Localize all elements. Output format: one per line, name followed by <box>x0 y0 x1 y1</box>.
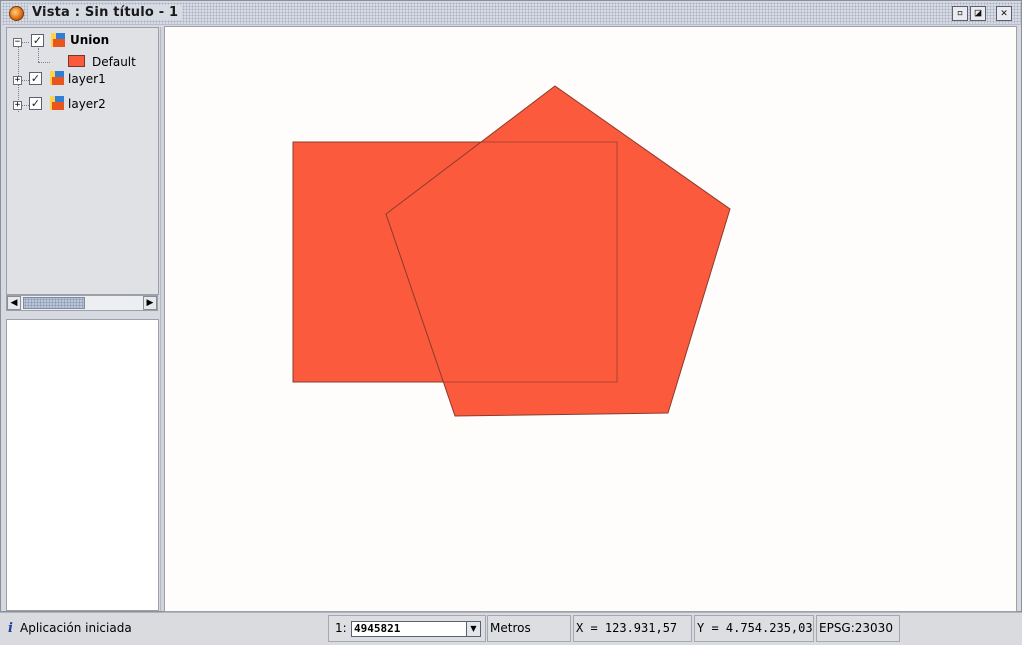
units-field: Metros <box>487 615 571 642</box>
locator-map-panel[interactable] <box>6 319 159 611</box>
legend-default-label: Default <box>92 55 136 69</box>
vector-layer-icon <box>50 71 64 85</box>
scale-value[interactable]: 4945821 <box>354 622 400 636</box>
expand-icon[interactable]: + <box>13 101 22 110</box>
crs-field: EPSG:23030 <box>816 615 900 642</box>
window-title: Vista : Sin título - 1 <box>28 5 183 20</box>
tree-connector <box>38 62 50 63</box>
legend-symbol-swatch <box>68 55 85 67</box>
union-pentagon-polygon[interactable] <box>385 85 731 417</box>
scale-panel: 1: 4945821 ▼ <box>328 615 486 642</box>
title-bar[interactable]: Vista : Sin título - 1 ▫ ◪ ✕ <box>2 2 1021 25</box>
x-coordinate: X = 123.931,57 <box>573 615 692 642</box>
layer1-checkbox[interactable]: ✓ <box>29 72 42 85</box>
scale-prefix: 1: <box>335 621 347 635</box>
tree-connector <box>21 105 29 106</box>
minimize-icon[interactable]: ▫ <box>952 6 968 21</box>
scroll-left-icon[interactable]: ◀ <box>7 296 21 310</box>
status-message: Aplicación iniciada <box>20 621 132 635</box>
chevron-down-icon[interactable]: ▼ <box>466 622 480 636</box>
map-geometries <box>292 85 731 417</box>
view-window: Vista : Sin título - 1 ▫ ◪ ✕ − ✓ Union D… <box>0 0 1022 612</box>
info-icon: i <box>8 621 13 636</box>
layer2-label[interactable]: layer2 <box>68 97 106 111</box>
y-coordinate: Y = 4.754.235,03 <box>694 615 814 642</box>
gvsig-app-icon <box>9 6 24 21</box>
vector-layer-icon <box>51 33 65 47</box>
layer1-label[interactable]: layer1 <box>68 72 106 86</box>
tree-connector <box>21 42 29 43</box>
scale-combobox[interactable]: 4945821 ▼ <box>351 621 481 637</box>
tree-connector <box>38 48 39 62</box>
vector-layer-icon <box>50 96 64 110</box>
scroll-thumb[interactable] <box>23 297 85 309</box>
layer2-checkbox[interactable]: ✓ <box>29 97 42 110</box>
collapse-icon[interactable]: − <box>13 38 22 47</box>
layer-tree: − ✓ Union Default + ✓ layer1 + ✓ layer2 <box>6 27 159 295</box>
tree-connector <box>21 80 29 81</box>
status-bar: i Aplicación iniciada 1: 4945821 ▼ Metro… <box>0 612 1022 645</box>
close-icon[interactable]: ✕ <box>996 6 1012 21</box>
toc-horizontal-scrollbar[interactable]: ◀ ▶ <box>6 295 158 311</box>
layer-union-checkbox[interactable]: ✓ <box>31 34 44 47</box>
layer-union-label[interactable]: Union <box>70 33 109 47</box>
scroll-right-icon[interactable]: ▶ <box>143 296 157 310</box>
expand-icon[interactable]: + <box>13 76 22 85</box>
map-canvas[interactable] <box>164 26 1017 612</box>
maximize-icon[interactable]: ◪ <box>970 6 986 21</box>
